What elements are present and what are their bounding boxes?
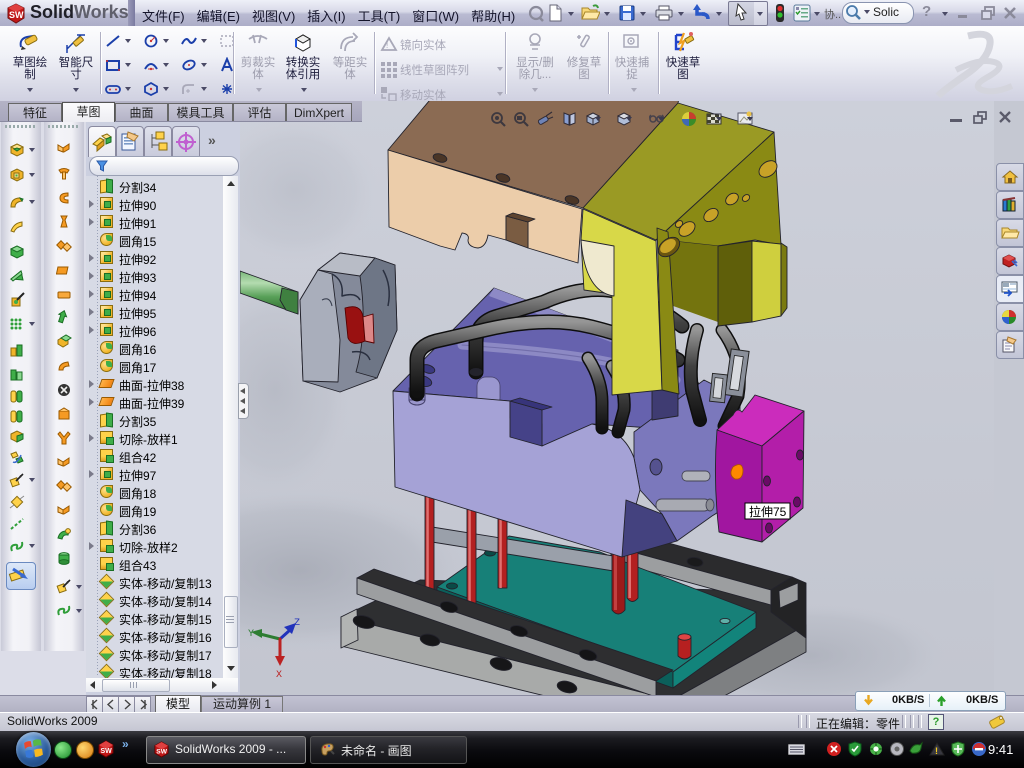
svg-text:Z: Z [294, 618, 300, 629]
svg-text:X: X [276, 670, 282, 681]
svg-text:拉伸75: 拉伸75 [749, 504, 787, 519]
svg-text:SW: SW [156, 748, 167, 755]
svg-text:Y: Y [248, 629, 254, 640]
svg-text:*: * [66, 581, 69, 588]
svg-text:SW: SW [101, 748, 113, 755]
svg-text:!: ! [935, 746, 938, 756]
svg-text:!: ! [386, 41, 388, 50]
svg-text:SW: SW [9, 10, 24, 20]
svg-text:*: * [19, 475, 22, 482]
